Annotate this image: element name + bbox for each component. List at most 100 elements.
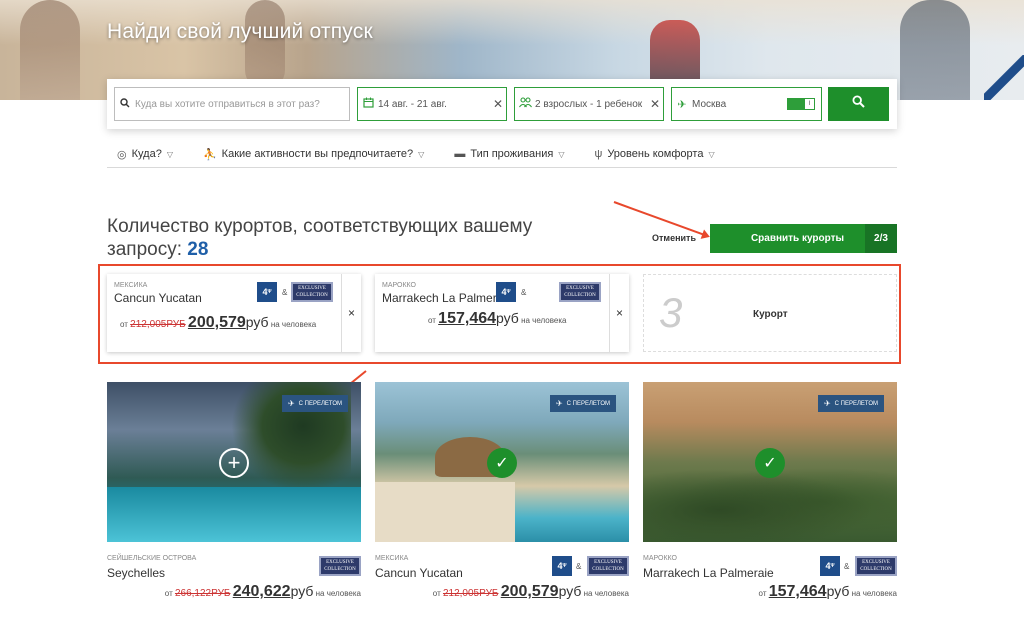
price-line: от 212,005РУБ 200,579руб на человека [120, 314, 316, 332]
dates-field[interactable]: 14 авг. - 21 авг. ✕ [357, 87, 507, 121]
resort-name: Cancun Yucatan [114, 291, 202, 305]
trident-rating-badge: 4Ψ [496, 282, 516, 302]
search-button[interactable] [828, 87, 889, 121]
search-icon [115, 97, 135, 111]
departure-city-value: Москва [692, 98, 727, 110]
activity-icon: ⛹ [202, 148, 217, 161]
resort-image[interactable]: ✈ С перелетом ✓ [643, 382, 897, 542]
resort-name[interactable]: Marrakech La Palmeraie [643, 566, 774, 580]
calendar-icon [358, 97, 378, 111]
exclusive-collection-logo: EXCLUSIVE COLLECTION [587, 556, 629, 576]
price-line: от 212,005РУБ 200,579руб на человека [433, 583, 629, 601]
trident-rating-badge: 4Ψ [257, 282, 277, 302]
compare-label: Сравнить курорты [750, 233, 845, 244]
destination-placeholder: Куда вы хотите отправиться в этот раз? [135, 98, 320, 110]
slot-label: Курорт [753, 309, 788, 320]
current-price: 200,579 [187, 314, 246, 331]
price-from: от [758, 589, 767, 598]
departure-city-field[interactable]: ✈ Москва I [671, 87, 822, 121]
badge-ampersand: & [844, 562, 850, 571]
price-currency: руб [496, 310, 519, 326]
hero-corner-decoration [984, 55, 1024, 100]
price-per: на человека [270, 320, 317, 329]
plane-icon: ✈ [555, 399, 563, 408]
beach-sand [375, 482, 515, 542]
resort-image[interactable]: ✈ С перелетом ✓ [375, 382, 629, 542]
compare-count: 2/3 [865, 224, 897, 253]
old-price: 212,005РУБ [130, 319, 186, 330]
filter-destination[interactable]: ◎ Куда? ▽ [107, 148, 173, 161]
annotation-arrow [613, 201, 709, 238]
selected-check-button[interactable]: ✓ [487, 448, 517, 478]
toggle-knob: I [804, 99, 814, 109]
resort-country: Марокко [382, 282, 416, 289]
exclusive-collection-logo: EXCLUSIVE COLLECTION [319, 556, 361, 576]
results-title-text: Количество курортов, соответствующих ваш… [107, 216, 533, 260]
add-to-compare-button[interactable]: + [219, 448, 249, 478]
filter-label: Какие активности вы предпочитаете? [221, 148, 414, 160]
price-from: от [120, 320, 128, 329]
remove-compare-button[interactable]: × [609, 274, 629, 352]
hero-figure [245, 0, 285, 90]
current-price: 240,622 [232, 583, 291, 600]
pool-area [107, 487, 361, 542]
filter-accommodation[interactable]: ▬ Тип проживания ▽ [444, 148, 564, 160]
dates-value: 14 авг. - 21 авг. [378, 98, 447, 110]
flight-tag-label: С перелетом [298, 400, 342, 407]
filter-label: Куда? [131, 148, 162, 160]
price-line: от 157,464руб на человека [428, 310, 566, 328]
flight-tag-label: С перелетом [834, 400, 878, 407]
flight-included-tag: ✈ С перелетом [817, 395, 884, 412]
price-line: от 266,122РУБ 240,622руб на человека [165, 583, 361, 601]
clear-guests-icon[interactable]: ✕ [647, 97, 663, 111]
badge-ampersand: & [282, 288, 288, 297]
chevron-down-icon: ▽ [558, 149, 565, 159]
price-per: на человека [583, 589, 629, 598]
resort-info: Марокко Marrakech La Palmeraie 4Ψ & EXCL… [643, 555, 897, 605]
filter-comfort[interactable]: ψ Уровень комфорта ▽ [584, 148, 714, 160]
trident-rating-badge: 4Ψ [552, 556, 572, 576]
resort-country: Сейшельские острова [107, 555, 197, 562]
flight-toggle[interactable]: I [787, 98, 815, 110]
price-from: от [428, 316, 436, 325]
compare-slot: Марокко Marrakech La Palmeraie 4Ψ & EXCL… [375, 274, 629, 352]
resort-info: Сейшельские острова Seychelles EXCLUSIVE… [107, 555, 361, 605]
globe-icon: ◎ [117, 148, 127, 161]
flight-included-tag: ✈ С перелетом [549, 395, 616, 412]
current-price: 200,579 [500, 583, 559, 600]
selected-check-button[interactable]: ✓ [755, 448, 785, 478]
clear-dates-icon[interactable]: ✕ [490, 97, 506, 111]
guests-value: 2 взрослых - 1 ребенок [535, 98, 643, 110]
exclusive-collection-logo: EXCLUSIVE COLLECTION [855, 556, 897, 576]
exclusive-collection-logo: EXCLUSIVE COLLECTION [559, 282, 601, 302]
flight-included-tag: ✈ С перелетом [281, 395, 348, 412]
price-currency: руб [558, 583, 582, 599]
resort-country: Мексика [375, 555, 409, 562]
results-count: 28 [187, 239, 209, 260]
compare-resorts-button[interactable]: Сравнить курорты 2/3 [710, 224, 897, 253]
resort-country: Мексика [114, 282, 148, 289]
filter-activities[interactable]: ⛹ Какие активности вы предпочитаете? ▽ [193, 148, 424, 161]
remove-compare-button[interactable]: × [341, 274, 361, 352]
destination-field[interactable]: Куда вы хотите отправиться в этот раз? [114, 87, 350, 121]
resort-name: Marrakech La Palmeraie [382, 291, 513, 305]
resort-name[interactable]: Cancun Yucatan [375, 566, 463, 580]
resort-name[interactable]: Seychelles [107, 566, 165, 580]
cancel-compare-link[interactable]: Отменить [652, 233, 696, 243]
flight-tag-label: С перелетом [566, 400, 610, 407]
guests-field[interactable]: 2 взрослых - 1 ребенок ✕ [514, 87, 664, 121]
chevron-down-icon: ▽ [418, 149, 425, 159]
price-per: на человека [521, 316, 567, 325]
price-line: от 157,464руб на человека [759, 583, 897, 601]
hero-figure [20, 0, 80, 100]
price-currency: руб [826, 583, 850, 599]
resort-info: Мексика Cancun Yucatan 4Ψ & EXCLUSIVE CO… [375, 555, 629, 605]
resort-image[interactable]: ✈ С перелетом + [107, 382, 361, 542]
results-heading: Количество курортов, соответствующих ваш… [107, 215, 587, 261]
filter-bar: ◎ Куда? ▽ ⛹ Какие активности вы предпочи… [107, 141, 897, 168]
slot-number: 3 [659, 289, 683, 336]
search-panel: Куда вы хотите отправиться в этот раз? 1… [107, 79, 897, 129]
price-per: на человека [315, 589, 361, 598]
trident-rating-badge: 4Ψ [820, 556, 840, 576]
compare-slot: Мексика Cancun Yucatan 4Ψ & EXCLUSIVE CO… [107, 274, 361, 352]
